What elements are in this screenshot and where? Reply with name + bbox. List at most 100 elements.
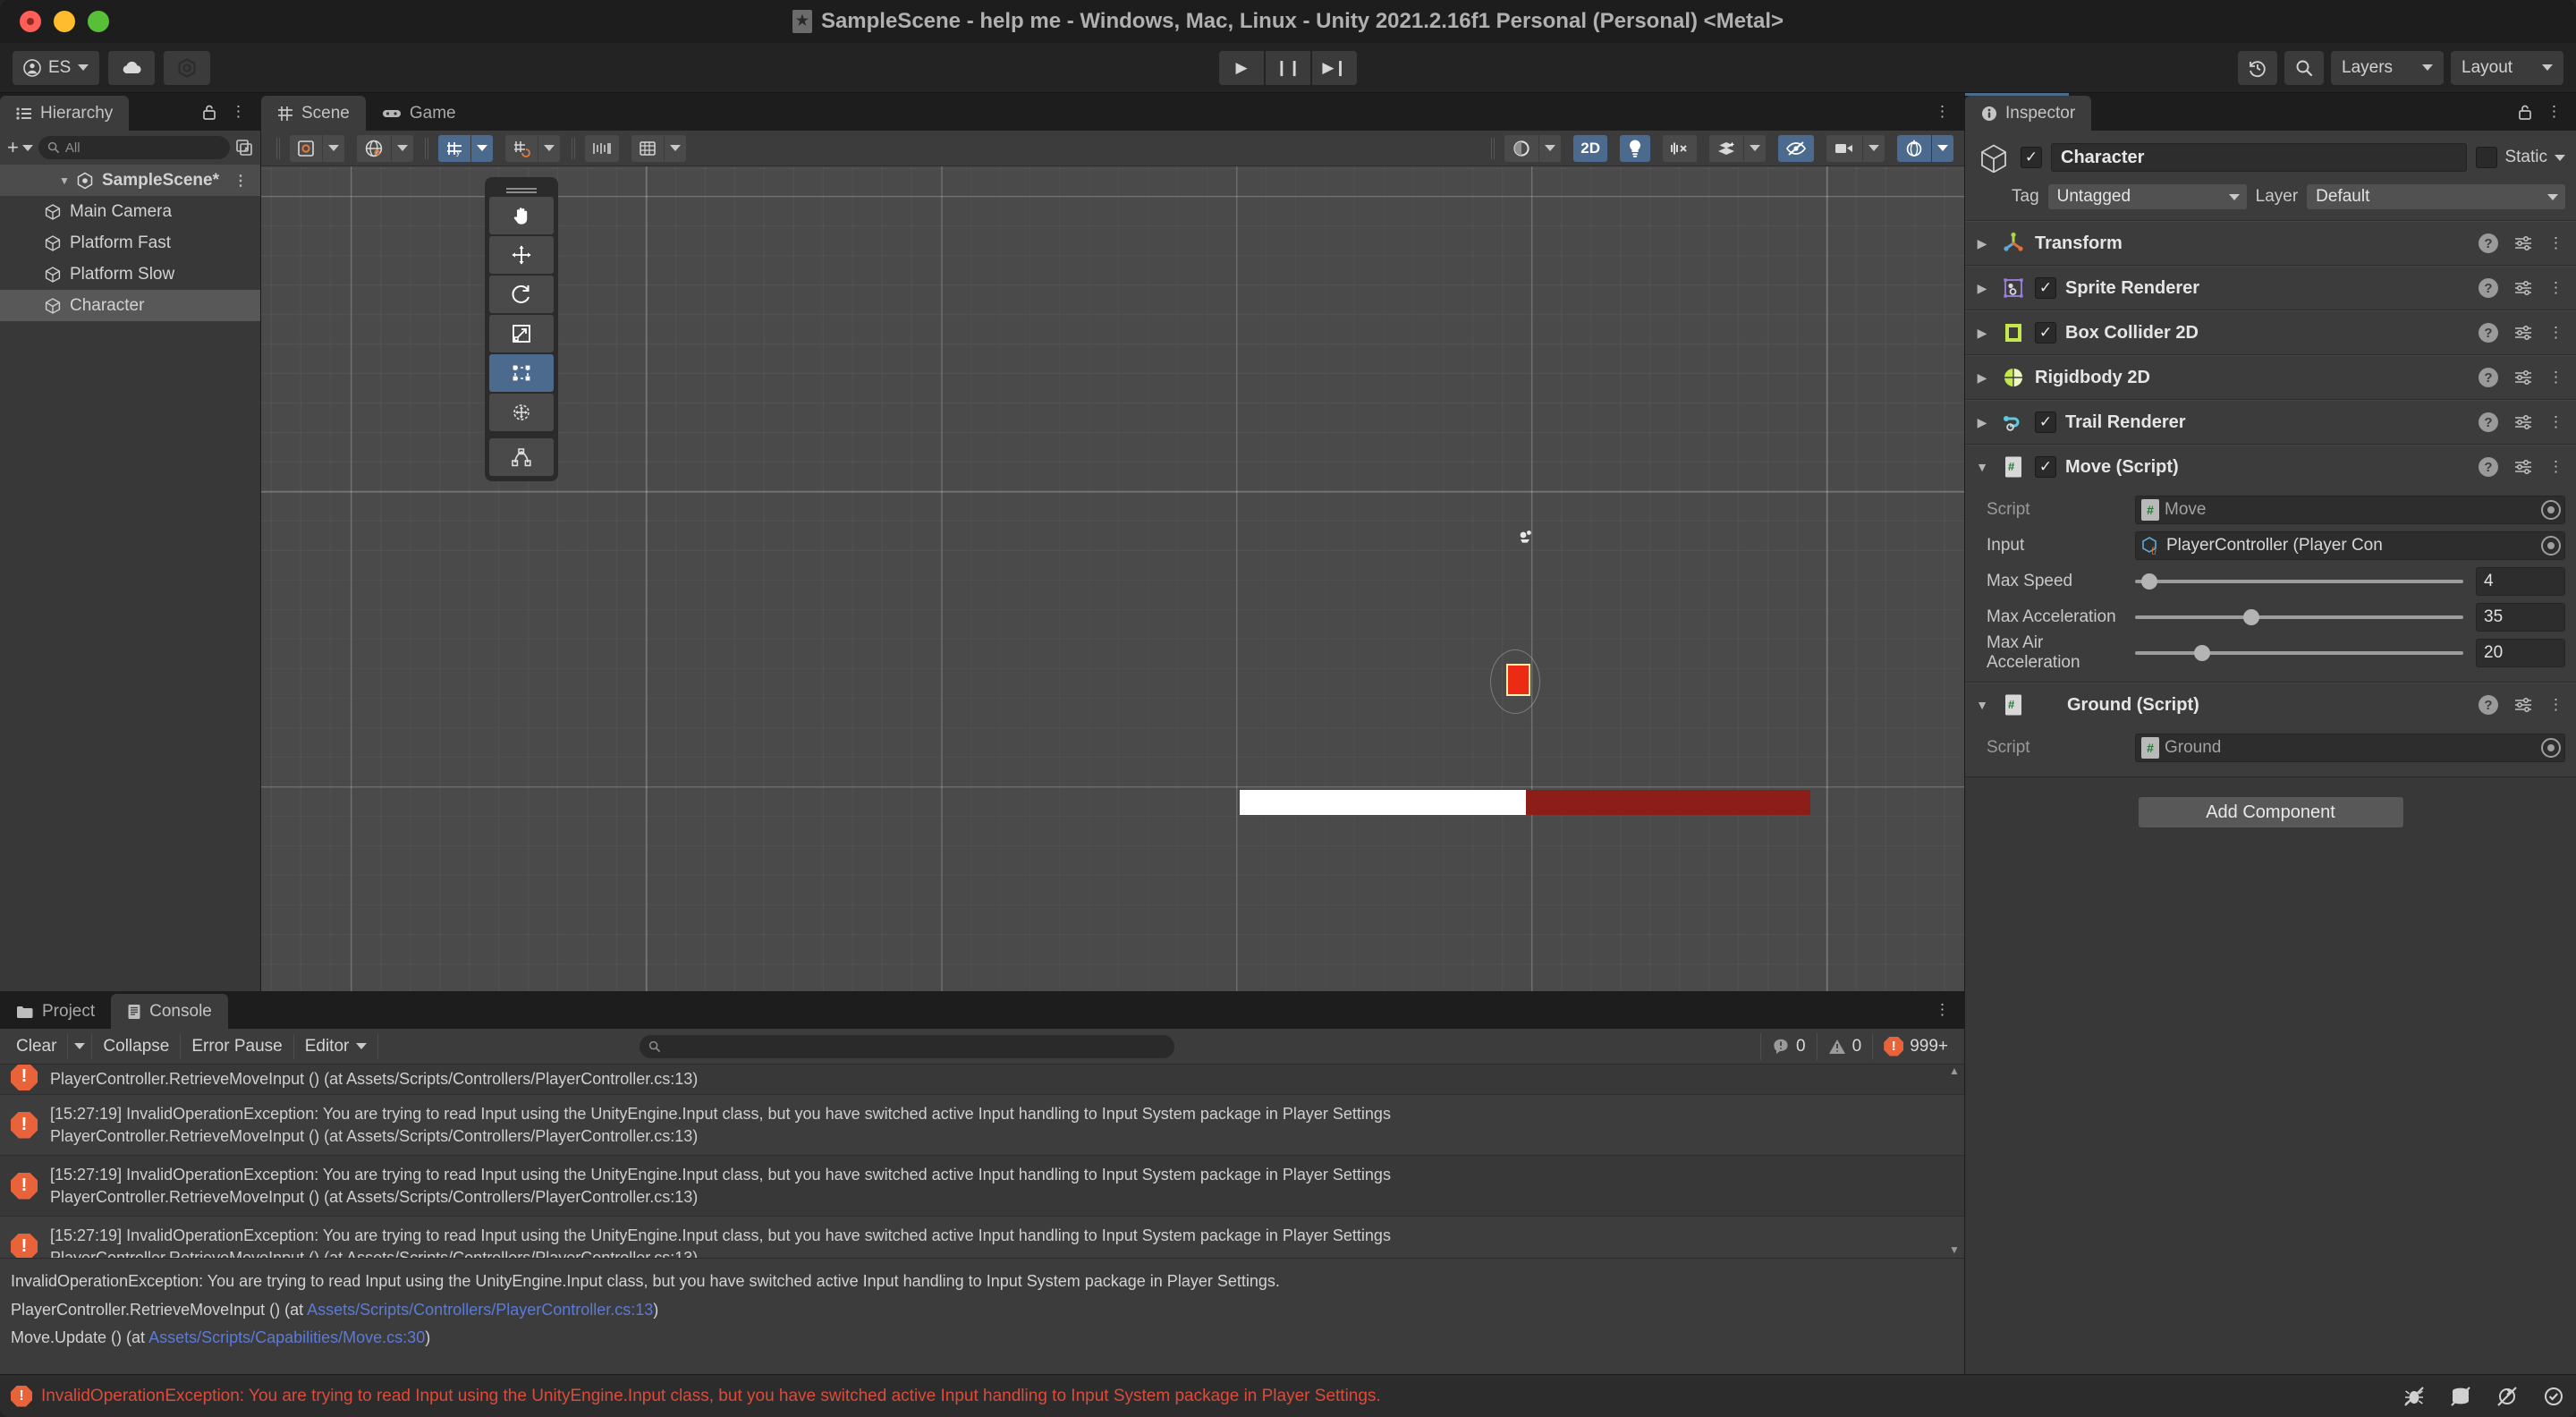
layers-dropdown[interactable]: Layers — [2331, 50, 2444, 85]
max-acceleration-slider[interactable] — [2135, 609, 2476, 625]
help-icon[interactable]: ? — [2479, 233, 2498, 253]
tag-dropdown[interactable]: Untagged — [2047, 184, 2247, 209]
platform-slow-object[interactable] — [1240, 790, 1526, 815]
slider-knob[interactable] — [2243, 609, 2260, 625]
handle-space-dropdown[interactable] — [392, 134, 413, 162]
gameobject-name-input[interactable]: Character — [2051, 143, 2468, 172]
collapse-button[interactable]: Collapse — [92, 1033, 182, 1059]
effects-button[interactable] — [1709, 134, 1743, 162]
log-entry[interactable]: ! [15:27:19] InvalidOperationException: … — [0, 1217, 1964, 1258]
chevron-right-icon[interactable]: ▶ — [1972, 415, 1992, 430]
log-entry[interactable]: ! PlayerController.RetrieveMoveInput () … — [0, 1065, 1964, 1095]
bug-off-icon[interactable] — [2402, 1386, 2426, 1407]
layer-dropdown[interactable]: Default — [2307, 184, 2565, 209]
chevron-right-icon[interactable]: ▶ — [1972, 326, 1992, 341]
slider-track[interactable] — [2135, 609, 2463, 625]
log-entry[interactable]: ! [15:27:19] InvalidOperationException: … — [0, 1156, 1964, 1217]
scale-tool-button[interactable] — [489, 315, 554, 352]
kebab-menu-icon[interactable]: ⋮ — [2548, 234, 2563, 252]
layout-dropdown[interactable]: Layout — [2451, 50, 2563, 85]
database-off-icon[interactable] — [2449, 1386, 2472, 1407]
rotate-tool-button[interactable] — [489, 276, 554, 313]
object-picker-icon[interactable] — [2541, 738, 2561, 758]
kebab-menu-icon[interactable]: ⋮ — [2548, 458, 2563, 476]
grid-snap-button[interactable] — [505, 134, 538, 162]
tab-game[interactable]: Game — [366, 96, 472, 131]
script-object-field[interactable]: # Ground — [2135, 734, 2565, 762]
help-icon[interactable]: ? — [2479, 457, 2498, 477]
services-button[interactable] — [164, 50, 211, 85]
preset-icon[interactable] — [2514, 459, 2532, 475]
help-icon[interactable]: ? — [2479, 323, 2498, 343]
check-circle-icon[interactable] — [2542, 1386, 2565, 1407]
add-component-button[interactable]: Add Component — [2138, 797, 2403, 827]
editor-dropdown[interactable]: Editor — [294, 1033, 379, 1059]
scroll-up-icon[interactable]: ▲ — [1948, 1065, 1961, 1079]
tab-console[interactable]: Console — [111, 994, 228, 1029]
preset-icon[interactable] — [2514, 325, 2532, 341]
play-button[interactable]: ▶ — [1219, 50, 1264, 85]
handle-space-button[interactable] — [357, 134, 391, 162]
preset-icon[interactable] — [2514, 414, 2532, 430]
hierarchy-search-input[interactable]: All — [38, 136, 230, 159]
help-icon[interactable]: ? — [2479, 695, 2498, 715]
combined-transform-tool-button[interactable] — [489, 394, 554, 431]
max-air-acceleration-value-input[interactable]: 20 — [2476, 639, 2565, 667]
component-header[interactable]: ▶ Transform ? ⋮ — [1965, 222, 2576, 265]
scene-viewport[interactable] — [261, 166, 1964, 991]
rect-tool-button[interactable] — [489, 354, 554, 392]
script-object-field[interactable]: # Move — [2135, 496, 2565, 524]
pivot-mode-button[interactable] — [290, 134, 322, 162]
warning-count[interactable]: 0 — [1816, 1032, 1873, 1060]
close-button[interactable] — [20, 11, 41, 32]
component-header[interactable]: ▶ Rigidbody 2D ? ⋮ — [1965, 356, 2576, 399]
scene-lighting-button[interactable] — [1620, 134, 1650, 162]
lock-icon[interactable] — [2518, 104, 2532, 121]
shading-mode-dropdown[interactable] — [1539, 134, 1562, 162]
gizmos-dropdown[interactable] — [1932, 134, 1953, 162]
console-scrollbar[interactable]: ▲ ▼ — [1948, 1065, 1962, 1258]
detail-line-2-link[interactable]: Assets/Scripts/Controllers/PlayerControl… — [307, 1301, 653, 1319]
object-picker-icon[interactable] — [2541, 536, 2561, 556]
console-search-input[interactable] — [640, 1034, 1175, 1058]
component-enabled-checkbox[interactable]: ✓ — [2035, 277, 2056, 299]
gameobject-enabled-checkbox[interactable]: ✓ — [2021, 147, 2042, 168]
grid-snap-dropdown[interactable] — [538, 134, 560, 162]
grid-axis-button[interactable]: y — [438, 134, 470, 162]
snap-increment-button[interactable] — [585, 134, 619, 162]
input-object-field[interactable]: {} PlayerController (Player Con — [2135, 531, 2565, 560]
clear-button[interactable]: Clear — [5, 1033, 69, 1059]
hierarchy-scene-row[interactable]: ▼ SampleScene* ⋮ — [0, 165, 260, 196]
scroll-down-icon[interactable]: ▼ — [1948, 1243, 1961, 1258]
error-pause-button[interactable]: Error Pause — [181, 1033, 294, 1059]
component-header[interactable]: ▶ ✓ Trail Renderer ? ⋮ — [1965, 401, 2576, 444]
move-tool-button[interactable] — [489, 236, 554, 274]
component-enabled-checkbox[interactable]: ✓ — [2035, 412, 2056, 433]
component-enabled-checkbox[interactable]: ✓ — [2035, 322, 2056, 344]
maximize-button[interactable] — [88, 11, 109, 32]
preset-icon[interactable] — [2514, 235, 2532, 251]
component-header[interactable]: ▼ # ✓ Move (Script) ? ⋮ — [1965, 445, 2576, 488]
grid-axis-dropdown[interactable] — [471, 134, 493, 162]
error-count[interactable]: ! 999+ — [1872, 1032, 1959, 1060]
kebab-menu-icon[interactable]: ⋮ — [2548, 696, 2563, 714]
chevron-down-icon[interactable]: ▼ — [1972, 698, 1992, 712]
minimize-button[interactable] — [54, 11, 75, 32]
kebab-menu-icon[interactable]: ⋮ — [233, 172, 260, 190]
lock-icon[interactable] — [202, 104, 216, 121]
kebab-menu-icon[interactable]: ⋮ — [1935, 103, 1950, 121]
slider-knob[interactable] — [2194, 645, 2211, 661]
character-sprite[interactable] — [1506, 664, 1530, 696]
hierarchy-item-platform-slow[interactable]: Platform Slow — [0, 259, 260, 290]
chevron-down-icon[interactable] — [2555, 154, 2565, 161]
refresh-off-icon[interactable] — [2496, 1386, 2519, 1407]
step-button[interactable]: ▶❙ — [1312, 50, 1357, 85]
console-detail-pane[interactable]: InvalidOperationException: You are tryin… — [0, 1258, 1964, 1374]
platform-fast-object[interactable] — [1526, 790, 1810, 815]
chevron-right-icon[interactable]: ▶ — [1972, 236, 1992, 251]
palette-drag-handle[interactable] — [489, 182, 554, 195]
help-icon[interactable]: ? — [2479, 278, 2498, 298]
slider-track[interactable] — [2135, 573, 2463, 590]
tab-hierarchy[interactable]: Hierarchy — [0, 96, 130, 131]
console-log-list[interactable]: ! PlayerController.RetrieveMoveInput () … — [0, 1065, 1964, 1258]
